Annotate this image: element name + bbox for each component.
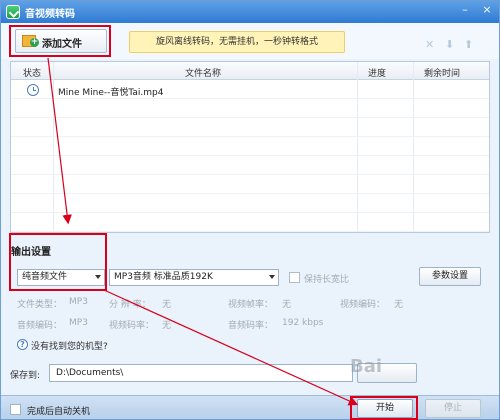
keep-aspect-ratio-checkbox[interactable] <box>289 272 300 283</box>
highlight-start <box>350 396 418 420</box>
keep-aspect-ratio-label: 保持长宽比 <box>304 275 350 285</box>
app-logo-icon <box>6 5 20 19</box>
file-table: 状态 文件名称 进度 剩余时间 Mine Mine--音悦Tai.mp4 <box>10 61 490 233</box>
table-row[interactable]: Mine Mine--音悦Tai.mp4 <box>11 81 489 99</box>
save-path-input[interactable]: D:\Documents\ <box>49 364 353 382</box>
watermark: Bai <box>350 356 383 377</box>
offline-convert-promo[interactable]: 旋风离线转码，无需挂机，一秒钟转格式 <box>129 31 345 53</box>
footer-bar: 完成后自动关机 开始 停止 <box>1 395 499 419</box>
column-status[interactable]: 状态 <box>23 66 41 79</box>
empty-row <box>11 138 489 156</box>
column-file-name[interactable]: 文件名称 <box>185 66 221 79</box>
auto-shutdown-checkbox[interactable] <box>10 404 21 415</box>
window-title: 音视频转码 <box>25 9 75 20</box>
quality-select[interactable]: MP3音频 标准品质192K <box>109 269 279 286</box>
empty-row <box>11 176 489 194</box>
delete-icon[interactable]: ✕ <box>425 38 434 51</box>
highlight-output-format <box>9 233 107 291</box>
video-bitrate-value: 无 <box>162 321 172 331</box>
video-codec-label: 视频编码： <box>340 300 386 310</box>
move-up-icon[interactable]: ⬆ <box>464 38 473 51</box>
resolution-label: 分 辨 率： <box>109 300 151 310</box>
help-icon: ? <box>17 339 28 350</box>
video-codec-value: 无 <box>394 300 404 310</box>
video-fps-label: 视频帧率： <box>228 300 274 310</box>
audio-bitrate-label: 音频码率： <box>228 321 274 331</box>
chevron-down-icon <box>269 275 275 279</box>
empty-row <box>11 195 489 213</box>
video-bitrate-label: 视频码率： <box>109 321 155 331</box>
resolution-value: 无 <box>162 300 172 310</box>
audio-codec-value: MP3 <box>69 318 88 328</box>
empty-row <box>11 100 489 118</box>
table-header: 状态 文件名称 进度 剩余时间 <box>11 62 489 80</box>
column-progress[interactable]: 进度 <box>368 66 386 79</box>
close-button[interactable]: × <box>479 3 495 17</box>
minimize-button[interactable]: – <box>457 3 473 17</box>
title-bar: 音视频转码 – × <box>1 1 499 23</box>
highlight-add-file <box>9 25 111 57</box>
file-type-label: 文件类型： <box>17 300 63 310</box>
video-fps-value: 无 <box>282 300 292 310</box>
parameter-settings-button[interactable]: 参数设置 <box>419 267 481 286</box>
audio-codec-label: 音频编码： <box>17 321 63 331</box>
stop-button: 停止 <box>425 399 481 418</box>
empty-row <box>11 214 489 232</box>
column-remaining-time[interactable]: 剩余时间 <box>424 66 460 79</box>
file-type-value: MP3 <box>69 297 88 307</box>
clock-icon <box>27 84 39 96</box>
auto-shutdown-label: 完成后自动关机 <box>27 407 91 417</box>
device-not-found-link[interactable]: 没有找到您的机型? <box>31 339 108 352</box>
empty-row <box>11 119 489 137</box>
file-name-cell: Mine Mine--音悦Tai.mp4 <box>58 88 164 98</box>
save-to-label: 保存到: <box>10 371 41 381</box>
empty-row <box>11 157 489 175</box>
audio-bitrate-value: 192 kbps <box>282 318 324 328</box>
quality-value: MP3音频 标准品质192K <box>114 272 213 282</box>
move-down-icon[interactable]: ⬇ <box>445 38 454 51</box>
